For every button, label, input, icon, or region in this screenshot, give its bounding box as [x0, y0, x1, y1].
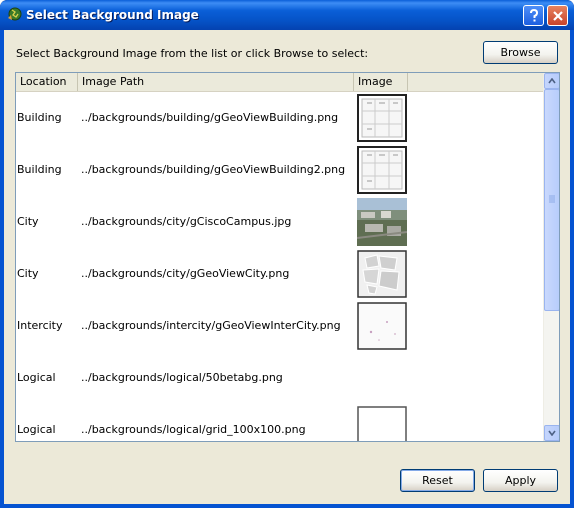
window-frame-right	[570, 30, 574, 508]
column-header-image-path[interactable]: Image Path	[78, 73, 354, 91]
close-button[interactable]	[547, 5, 568, 26]
table-row[interactable]: Logical ../backgrounds/logical/grid_100x…	[16, 404, 544, 441]
table-row[interactable]: Intercity ../backgrounds/intercity/gGeoV…	[16, 300, 544, 352]
scroll-down-button[interactable]	[544, 425, 559, 441]
column-header-image[interactable]: Image	[354, 73, 408, 91]
image-path-cell: ../backgrounds/city/gGeoViewCity.png	[81, 267, 290, 280]
table-row[interactable]: City ../backgrounds/city/gGeoViewCity.pn…	[16, 248, 544, 300]
location-cell: City	[17, 267, 39, 280]
location-cell: Logical	[17, 371, 56, 384]
window-title: Select Background Image	[26, 8, 199, 22]
window-frame-bottom	[0, 504, 574, 508]
help-button[interactable]	[523, 5, 544, 26]
image-path-cell: ../backgrounds/logical/50betabg.png	[81, 371, 283, 384]
scroll-up-button[interactable]	[544, 73, 559, 89]
scroll-thumb[interactable]	[544, 89, 559, 311]
table-row[interactable]: Logical ../backgrounds/logical/50betabg.…	[16, 352, 544, 404]
location-cell: City	[17, 215, 39, 228]
close-icon	[552, 10, 563, 21]
table-row[interactable]: Building ../backgrounds/building/gGeoVie…	[16, 92, 544, 144]
grid-thumbnail	[357, 406, 407, 441]
reset-button[interactable]: Reset	[400, 469, 475, 492]
chevron-up-icon	[548, 78, 556, 84]
floorplan-thumbnail	[357, 146, 407, 194]
location-cell: Building	[17, 111, 62, 124]
app-icon	[8, 7, 22, 21]
intercity-map-thumbnail	[357, 302, 407, 350]
browse-button[interactable]: Browse	[483, 41, 558, 64]
table-header: Location Image Path Image	[16, 73, 544, 92]
apply-button[interactable]: Apply	[483, 469, 558, 492]
city-map-thumbnail	[357, 250, 407, 298]
chevron-down-icon	[548, 430, 556, 436]
table-body: Building ../backgrounds/building/gGeoVie…	[16, 92, 544, 441]
image-path-cell: ../backgrounds/building/gGeoViewBuilding…	[81, 111, 339, 124]
column-header-location[interactable]: Location	[16, 73, 78, 91]
dialog-body: Select Background Image from the list or…	[4, 30, 570, 504]
instruction-text: Select Background Image from the list or…	[16, 47, 369, 60]
image-path-cell: ../backgrounds/city/gCiscoCampus.jpg	[81, 215, 292, 228]
dialog-window: Select Background Image Select Backgroun…	[0, 0, 574, 508]
vertical-scrollbar[interactable]	[543, 73, 559, 441]
location-cell: Intercity	[17, 319, 63, 332]
location-cell: Logical	[17, 423, 56, 436]
help-icon	[529, 8, 538, 21]
grip-icon	[549, 195, 555, 203]
image-path-cell: ../backgrounds/building/gGeoViewBuilding…	[81, 163, 346, 176]
location-cell: Building	[17, 163, 62, 176]
aerial-photo-thumbnail	[357, 198, 407, 246]
floorplan-thumbnail	[357, 94, 407, 142]
table-row[interactable]: City ../backgrounds/city/gCiscoCampus.jp…	[16, 196, 544, 248]
image-path-cell: ../backgrounds/logical/grid_100x100.png	[81, 423, 306, 436]
title-bar[interactable]: Select Background Image	[0, 0, 574, 30]
background-image-table: Location Image Path Image Building ../ba…	[15, 72, 560, 442]
image-path-cell: ../backgrounds/intercity/gGeoViewInterCi…	[81, 319, 341, 332]
table-row[interactable]: Building ../backgrounds/building/gGeoVie…	[16, 144, 544, 196]
